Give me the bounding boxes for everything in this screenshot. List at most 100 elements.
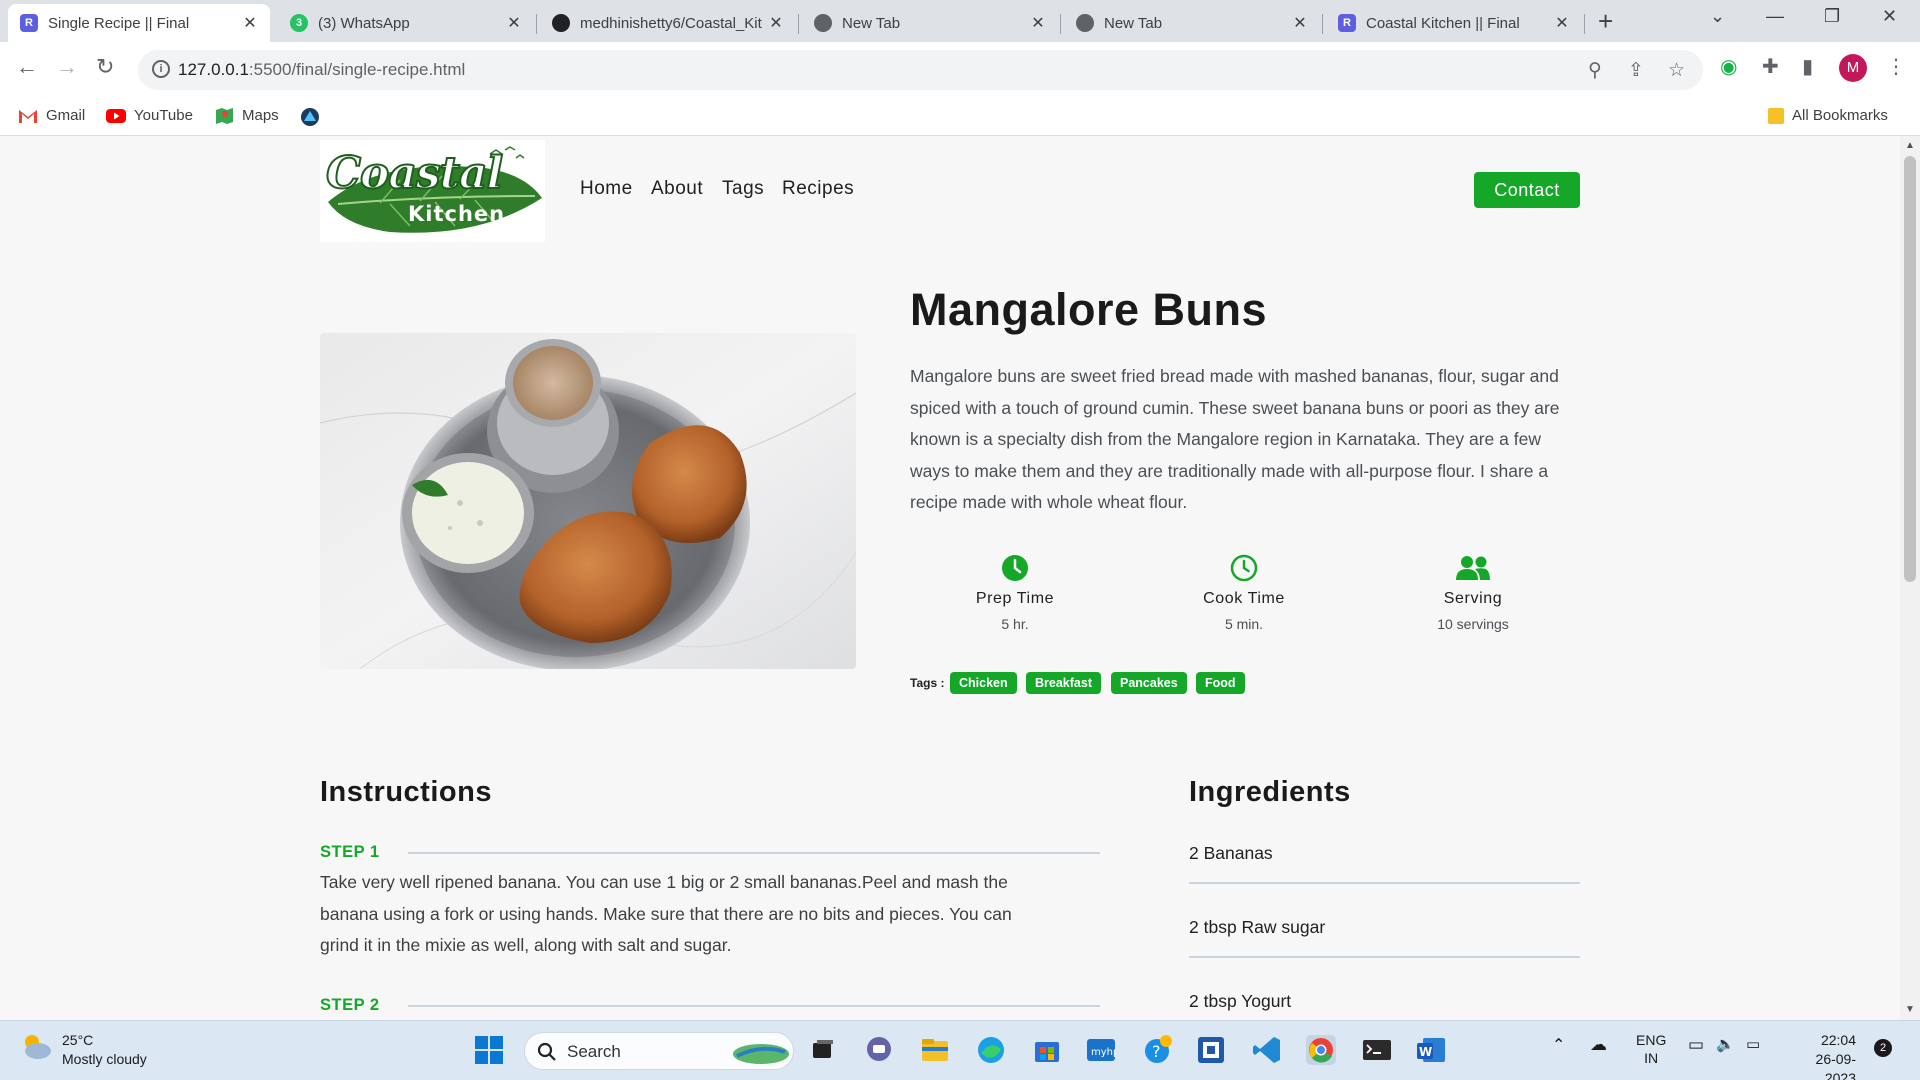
word-icon[interactable]: W — [1416, 1035, 1446, 1065]
extension-eye-icon[interactable]: ◉ — [1720, 54, 1737, 79]
all-bookmarks[interactable]: All Bookmarks — [1768, 107, 1888, 124]
bookmark-maps[interactable]: Maps — [214, 107, 279, 124]
ingredient-divider — [1189, 882, 1580, 884]
site-logo[interactable]: Coastal Kitchen — [320, 140, 545, 242]
notification-badge[interactable]: 2 — [1874, 1039, 1892, 1057]
restore-icon[interactable]: ❐ — [1824, 6, 1840, 27]
drive-icon — [301, 108, 319, 126]
tag-chicken[interactable]: Chicken — [950, 672, 1017, 694]
tag-food[interactable]: Food — [1196, 672, 1245, 694]
ingredient-item: 2 tbsp Yogurt — [1189, 991, 1292, 1011]
forward-arrow-icon[interactable]: → — [56, 54, 78, 80]
tab-title: (3) WhatsApp — [318, 14, 410, 32]
help-icon[interactable]: ? — [1142, 1035, 1172, 1065]
tag-breakfast[interactable]: Breakfast — [1026, 672, 1101, 694]
edge-browser-icon[interactable] — [976, 1035, 1006, 1065]
ingredient-divider — [1189, 956, 1580, 958]
site-info-icon[interactable]: i — [152, 60, 170, 78]
nav-about[interactable]: About — [651, 178, 703, 200]
clock[interactable]: 22:04 26-09-2023 — [1786, 1031, 1856, 1080]
bookmark-label: YouTube — [134, 107, 193, 124]
all-bookmarks-label: All Bookmarks — [1792, 107, 1888, 124]
search-icon — [537, 1042, 556, 1061]
close-tab-icon[interactable]: ✕ — [1292, 13, 1308, 33]
tab-single-recipe[interactable]: R Single Recipe || Final ✕ — [8, 4, 270, 42]
side-panel-icon[interactable]: ▮ — [1802, 54, 1813, 79]
minimize-icon[interactable]: — — [1766, 6, 1784, 27]
onedrive-offline-icon[interactable]: ☁ — [1590, 1035, 1607, 1055]
scrollbar-thumb[interactable] — [1904, 156, 1916, 582]
language-indicator[interactable]: ENG IN — [1636, 1031, 1666, 1067]
logo-text-coastal: Coastal — [325, 147, 504, 200]
scroll-down-arrow-icon[interactable]: ▼ — [1905, 1004, 1915, 1015]
tab-new-tab-1[interactable]: New Tab ✕ — [802, 4, 1058, 42]
extensions-puzzle-icon[interactable]: ✚ — [1762, 54, 1779, 79]
step-2-label: STEP 2 — [320, 996, 380, 1014]
tab-github[interactable]: medhinishetty6/Coastal_Kit ✕ — [540, 4, 796, 42]
bookmark-youtube[interactable]: YouTube — [106, 107, 193, 124]
step-1-divider — [408, 852, 1100, 854]
close-tab-icon[interactable]: ✕ — [768, 13, 784, 33]
tab-coastal-kitchen[interactable]: R Coastal Kitchen || Final ✕ — [1326, 4, 1582, 42]
task-view-icon[interactable] — [808, 1035, 838, 1065]
instructions-title: Instructions — [320, 776, 492, 808]
github-icon — [552, 14, 570, 32]
close-tab-icon[interactable]: ✕ — [1030, 13, 1046, 33]
zoom-icon[interactable]: ⚲ — [1588, 59, 1602, 82]
nav-recipes[interactable]: Recipes — [782, 178, 854, 200]
close-tab-icon[interactable]: ✕ — [242, 13, 258, 33]
close-window-icon[interactable]: ✕ — [1882, 6, 1897, 27]
share-icon[interactable]: ⇪ — [1628, 59, 1644, 82]
weather-temp: 25°C — [62, 1032, 94, 1048]
scroll-up-arrow-icon[interactable]: ▲ — [1905, 140, 1915, 151]
svg-text:?: ? — [1152, 1042, 1161, 1061]
tray-overflow-chevron-icon[interactable]: ⌃ — [1552, 1035, 1565, 1055]
new-tab-plus-icon[interactable]: + — [1598, 6, 1613, 37]
tag-pancakes[interactable]: Pancakes — [1111, 672, 1187, 694]
close-tab-icon[interactable]: ✕ — [506, 13, 522, 33]
nav-tags[interactable]: Tags — [722, 178, 764, 200]
stat-cook-time: Cook Time 5 min. — [1164, 554, 1324, 632]
tab-title: New Tab — [1104, 14, 1163, 32]
bookmark-gmail[interactable]: Gmail — [18, 107, 85, 124]
stat-prep-time: Prep Time 5 hr. — [935, 554, 1095, 632]
volume-muted-icon[interactable]: 🔈 — [1716, 1035, 1735, 1053]
windows-taskbar: 25°C Mostly cloudy Search myhp ? W ⌃ ☁ E… — [0, 1020, 1920, 1080]
url-host: 127.0.0.1 — [178, 60, 249, 79]
reload-icon[interactable]: ↻ — [96, 54, 114, 80]
tab-new-tab-2[interactable]: New Tab ✕ — [1064, 4, 1320, 42]
address-bar[interactable]: i 127.0.0.1:5500/final/single-recipe.htm… — [138, 50, 1703, 90]
bookmark-star-icon[interactable]: ☆ — [1668, 59, 1685, 82]
taskbar-search[interactable]: Search — [524, 1032, 794, 1070]
close-tab-icon[interactable]: ✕ — [1554, 13, 1570, 33]
bookmark-drive[interactable] — [300, 107, 328, 127]
tab-search-chevron-icon[interactable]: ⌄ — [1710, 6, 1725, 27]
terminal-icon[interactable] — [1362, 1035, 1392, 1065]
step-1-text: Take very well ripened banana. You can u… — [320, 872, 1012, 955]
users-icon — [1393, 554, 1553, 586]
youtube-icon — [106, 108, 126, 123]
search-highlight-icon — [733, 1044, 789, 1064]
profile-avatar[interactable]: M — [1839, 54, 1867, 82]
myhp-app-icon[interactable]: myhp — [1086, 1035, 1119, 1065]
network-icon[interactable]: ▭ — [1688, 1035, 1704, 1055]
chrome-taskbar-icon[interactable] — [1306, 1035, 1336, 1065]
clock-time: 22:04 — [1820, 1032, 1856, 1048]
menu-kebab-icon[interactable]: ⋮ — [1886, 54, 1906, 79]
file-explorer-icon[interactable] — [920, 1035, 950, 1065]
back-arrow-icon[interactable]: ← — [16, 54, 38, 80]
microsoft-store-icon[interactable] — [1032, 1035, 1062, 1065]
url-text: 127.0.0.1:5500/final/single-recipe.html — [178, 60, 465, 80]
nav-home[interactable]: Home — [580, 178, 633, 200]
teams-chat-icon[interactable] — [864, 1035, 894, 1065]
weather-widget[interactable]: 25°C Mostly cloudy — [20, 1031, 147, 1069]
recipe-description: Mangalore buns are sweet fried bread mad… — [910, 366, 1560, 512]
vscode-icon[interactable] — [1252, 1035, 1282, 1065]
windows-start-icon[interactable] — [474, 1035, 504, 1065]
remote-app-icon[interactable] — [1196, 1035, 1226, 1065]
battery-icon[interactable]: ▭ — [1746, 1035, 1760, 1053]
page-scrollbar[interactable]: ▲ ▼ — [1900, 136, 1920, 1020]
tab-title: medhinishetty6/Coastal_Kit — [580, 14, 762, 32]
tab-whatsapp[interactable]: 3 (3) WhatsApp ✕ — [278, 4, 534, 42]
contact-button[interactable]: Contact — [1474, 172, 1580, 208]
